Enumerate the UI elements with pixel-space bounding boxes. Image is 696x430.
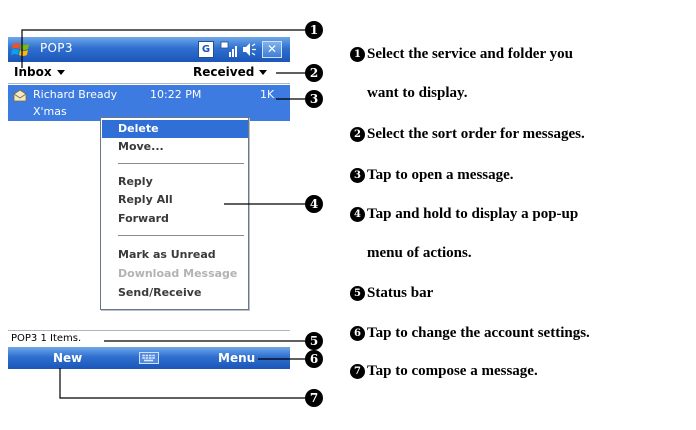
callout-badge-2: 2 [305,64,323,82]
menu-item-mark-unread[interactable]: Mark as Unread [102,246,248,264]
legend-item-4: 4 Tap and hold to display a pop-up [350,206,578,223]
folder-label: Inbox [14,65,52,79]
menu-item-forward[interactable]: Forward [102,210,248,228]
legend-item-7: 7 Tap to compose a message. [350,363,538,380]
menu-item-download-message: Download Message [118,267,238,280]
message-time: 10:22 PM [150,88,202,101]
menu-item-move[interactable]: Move... [102,138,248,156]
title-bar: POP3 G ✕ [8,37,290,62]
windows-logo-icon[interactable] [11,39,32,60]
menu-divider [118,235,244,236]
sort-label: Received [193,65,255,79]
menu-item-delete[interactable]: Delete [102,120,248,138]
message-size: 1K [260,88,275,101]
callout-badge-4: 4 [305,195,323,213]
message-list-item[interactable]: Richard Bready 10:22 PM 1K X'mas [8,85,290,121]
keyboard-icon[interactable] [139,352,159,364]
callout-badge-3: 3 [305,90,323,108]
legend-item-1: 1 Select the service and folder you [350,46,573,63]
app-title: POP3 [40,41,73,55]
status-bar: POP3 1 Items. [8,330,290,347]
menu-item-reply[interactable]: Reply [102,173,248,191]
pocketpc-screen: POP3 G ✕ Inbox Received Richard Bready 1… [8,37,290,369]
connectivity-icon[interactable]: G [198,41,214,58]
callout-badge-1: 1 [305,21,323,39]
close-icon[interactable]: ✕ [262,41,282,58]
volume-icon[interactable] [241,41,259,58]
sort-dropdown[interactable]: Received [193,65,268,79]
header-bar: Inbox Received [8,62,290,84]
menu-item-send-receive[interactable]: Send/Receive [102,284,248,302]
callout-badge-7: 7 [305,389,323,407]
legend-item-2: 2 Select the sort order for messages. [350,126,585,143]
legend-item-6: 6 Tap to change the account settings. [350,325,590,342]
legend-item-3: 3 Tap to open a message. [350,167,514,184]
menu-bar: New Menu [8,347,290,369]
menu-button[interactable]: Menu [218,351,255,365]
legend-item-5: 5 Status bar [350,285,433,302]
message-subject: X'mas [33,105,67,118]
folder-dropdown[interactable]: Inbox [14,65,65,79]
legend-item-4-cont: menu of actions. [367,245,472,261]
context-menu: Delete Move... Reply Reply All Forward M… [100,117,249,310]
status-text: POP3 1 Items. [11,333,82,344]
signal-icon[interactable] [220,41,238,58]
chevron-down-icon [259,70,268,75]
message-sender: Richard Bready [33,88,118,101]
envelope-icon [13,89,27,102]
new-button[interactable]: New [53,351,82,365]
menu-item-reply-all[interactable]: Reply All [102,191,248,209]
chevron-down-icon [56,70,65,75]
callout-badge-5: 5 [305,332,323,350]
legend-item-1-cont: want to display. [367,85,468,101]
menu-divider [118,163,244,164]
callout-badge-6: 6 [305,350,323,368]
